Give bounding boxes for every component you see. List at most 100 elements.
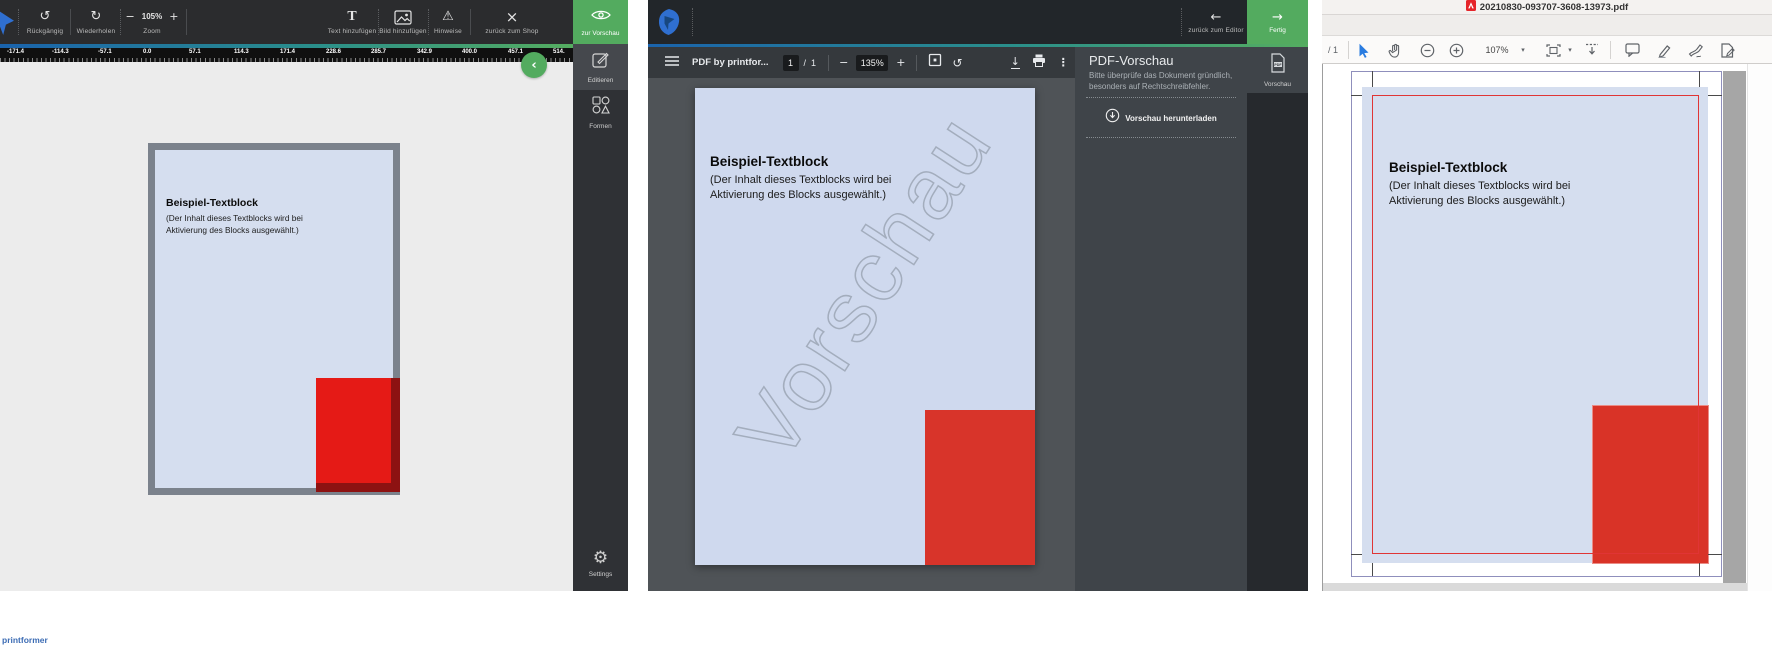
fountain-pen-icon — [1688, 43, 1704, 58]
block-body-line2: Aktivierung des Blocks ausgewählt.) — [1389, 194, 1565, 209]
sidebar-item-settings[interactable]: ⚙ Settings — [573, 540, 628, 586]
undo-icon: ↺ — [40, 9, 51, 25]
undo-button[interactable]: ↺ Rückgängig — [24, 0, 66, 44]
acrobat-tab-bar — [1322, 15, 1772, 36]
zoom-out-button[interactable]: − — [839, 56, 848, 69]
sidebar-item-edit[interactable]: Editieren — [573, 44, 628, 90]
cursor-icon — [1358, 43, 1370, 58]
ruler-tick: 171.4 — [280, 49, 295, 55]
fit-page-icon[interactable] — [928, 53, 942, 72]
zoom-in-button[interactable]: + — [896, 56, 905, 69]
acrobat-scrollbar[interactable] — [1747, 64, 1772, 591]
block-body-line1: (Der Inhalt dieses Textblocks wird bei — [1389, 179, 1570, 194]
highlighter-icon — [1657, 43, 1672, 58]
pdf-title: PDF by printfor... — [692, 57, 769, 68]
collapse-panel-button[interactable]: ‹ — [521, 52, 547, 78]
comment-tool-button[interactable] — [1623, 36, 1641, 64]
separator — [1181, 8, 1182, 36]
block-body-line2: Aktivierung des Blocks ausgewählt.) — [166, 224, 299, 236]
tab-vorschau[interactable]: PDF Vorschau — [1247, 47, 1308, 93]
crop-mark — [1699, 71, 1700, 87]
crop-mark — [1372, 71, 1373, 87]
crop-mark — [1708, 554, 1722, 555]
zoom-out-button[interactable] — [1418, 36, 1436, 64]
edit-label: Editieren — [588, 77, 614, 84]
select-tool-button[interactable] — [1355, 36, 1373, 64]
highlight-tool-button[interactable] — [1655, 36, 1673, 64]
ruler-tick: 285.7 — [371, 49, 386, 55]
block-body-line1: (Der Inhalt dieses Textblocks wird bei — [710, 173, 891, 188]
menu-icon[interactable] — [664, 54, 680, 72]
separator — [1610, 41, 1611, 59]
fill-sign-button[interactable] — [1687, 36, 1705, 64]
zoom-value[interactable]: 135% — [856, 55, 888, 71]
zoom-caret-down-icon[interactable]: ▾ — [1518, 36, 1528, 64]
zoom-in-button[interactable] — [1447, 36, 1465, 64]
add-text-button[interactable]: T Text hinzufügen — [328, 0, 376, 44]
separator — [692, 8, 693, 36]
add-image-button[interactable]: Bild hinzufügen — [380, 0, 426, 44]
editor-sidebar: zur Vorschau Editieren Formen ⚙ Settings — [573, 0, 628, 591]
rotate-icon[interactable]: ↺ — [953, 56, 963, 70]
block-body-line1: (Der Inhalt dieses Textblocks wird bei — [166, 212, 303, 224]
separator — [18, 9, 19, 35]
back-to-shop-label: zurück zum Shop — [485, 28, 538, 35]
ruler-tick: 514. — [553, 49, 565, 55]
ruler-tick: -57.1 — [98, 49, 112, 55]
pdf-preview-sidebar: PDF-Vorschau Bitte überprüfe das Dokumen… — [1075, 47, 1247, 591]
sidebar-item-preview[interactable]: zur Vorschau — [573, 0, 628, 44]
sidebar-subtitle-line2: besonders auf Rechtschreibfehler. — [1089, 82, 1210, 91]
ruler-tick: 0.0 — [143, 49, 151, 55]
dashed-divider — [1086, 137, 1236, 138]
fit-caret-down-icon[interactable]: ▾ — [1565, 36, 1575, 64]
dashed-divider — [1086, 97, 1236, 98]
shapes-label: Formen — [589, 123, 611, 130]
add-text-label: Text hinzufügen — [328, 28, 377, 35]
page-total: 1 — [811, 58, 816, 68]
crop-mark — [1351, 554, 1362, 555]
crop-mark — [1699, 563, 1700, 576]
block-title: Beispiel-Textblock — [1389, 160, 1507, 175]
back-to-shop-button[interactable]: × zurück zum Shop — [472, 0, 552, 44]
hand-tool-button[interactable] — [1386, 36, 1404, 64]
page-shadow — [1723, 71, 1746, 588]
gear-icon: ⚙ — [593, 549, 608, 567]
redo-label: Wiederholen — [77, 28, 116, 35]
scroll-mode-button[interactable] — [1583, 36, 1601, 64]
svg-text:PDF: PDF — [1274, 63, 1282, 67]
sidebar-item-shapes[interactable]: Formen — [573, 90, 628, 136]
image-icon — [394, 9, 412, 25]
done-button[interactable]: → Fertig — [1247, 0, 1308, 44]
print-icon[interactable] — [1032, 54, 1046, 72]
preview-label: zur Vorschau — [582, 30, 620, 37]
fit-page-button[interactable] — [1544, 36, 1562, 64]
chevron-left-icon: ‹ — [531, 58, 536, 73]
back-to-editor-button[interactable]: ← zurück zum Editor — [1185, 0, 1247, 44]
zoom-out-button[interactable]: − — [126, 9, 135, 25]
back-to-editor-label: zurück zum Editor — [1188, 27, 1243, 34]
block-title: Beispiel-Textblock — [710, 154, 828, 169]
more-options-icon[interactable]: ⋮ — [1058, 56, 1069, 69]
editor-red-rectangle[interactable] — [316, 378, 400, 492]
page-number-input[interactable]: 1 — [783, 55, 799, 71]
hand-icon — [1388, 43, 1402, 58]
hints-label: Hinweise — [434, 28, 462, 35]
zoom-in-button[interactable]: + — [169, 9, 178, 25]
text-tool-icon: T — [347, 9, 356, 25]
hints-button[interactable]: ⚠ Hinweise — [430, 0, 466, 44]
tab-vorschau-label: Vorschau — [1264, 81, 1291, 88]
sidebar-title: PDF-Vorschau — [1089, 53, 1174, 68]
editor-canvas[interactable]: Beispiel-Textblock (Der Inhalt dieses Te… — [0, 62, 573, 591]
zoom-label: Zoom — [143, 28, 160, 35]
download-icon[interactable]: ↓ — [1011, 56, 1020, 69]
separator — [120, 9, 121, 35]
zoom-value[interactable]: 107% — [1482, 36, 1512, 64]
download-preview-button[interactable]: Vorschau herunterladen — [1075, 103, 1247, 133]
redo-button[interactable]: ↻ Wiederholen — [74, 0, 118, 44]
zoom-in-icon — [1449, 43, 1464, 58]
ruler-tick: 228.6 — [326, 49, 341, 55]
fit-page-icon — [1546, 44, 1561, 57]
ruler-tick: -171.4 — [7, 49, 24, 55]
edit-page-tool-button[interactable] — [1718, 36, 1736, 64]
block-body-line2: Aktivierung des Blocks ausgewählt.) — [710, 188, 886, 203]
